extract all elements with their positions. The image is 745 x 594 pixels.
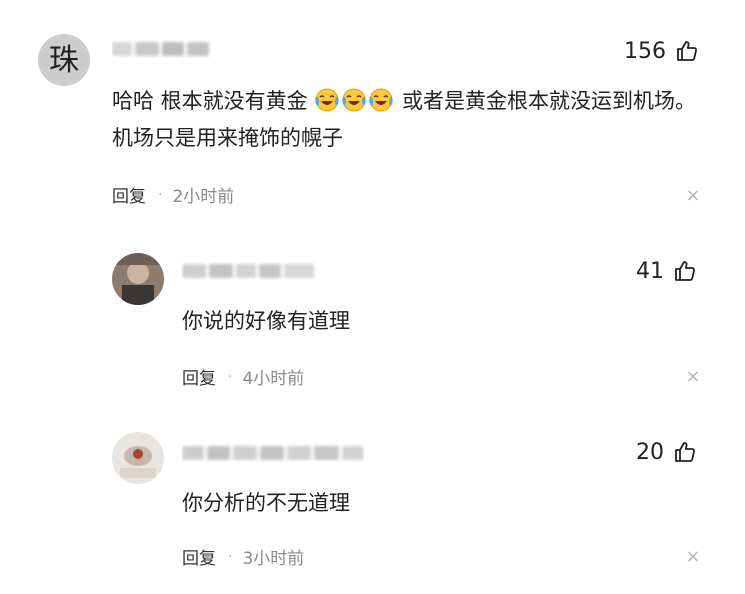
- like-count-area: 156: [624, 37, 700, 65]
- comment-text: 你分析的不无道理: [182, 491, 350, 515]
- comment-1: 珠 156 哈哈 根本就没有黄金 或者是黄金根本就没运到机场。机场只是用来掩饰的…: [0, 0, 745, 230]
- separator-dot: ·: [228, 368, 233, 385]
- comment-text: 你说的好像有道理: [182, 309, 350, 333]
- thumbs-up-icon[interactable]: [672, 258, 698, 284]
- separator-dot: ·: [228, 548, 233, 565]
- avatar[interactable]: [112, 253, 164, 305]
- reply-button[interactable]: 回复: [112, 182, 146, 207]
- username-redacted[interactable]: [182, 444, 364, 462]
- username-redacted[interactable]: [112, 40, 212, 58]
- close-icon[interactable]: ×: [683, 367, 703, 387]
- crying-laughing-emoji-icon: [314, 87, 340, 113]
- comment-meta: 回复 · 4小时前: [182, 364, 305, 390]
- like-count-area: 20: [636, 438, 698, 466]
- thumbs-up-icon[interactable]: [672, 439, 698, 465]
- crying-laughing-emoji-icon: [368, 87, 394, 113]
- thumbs-up-icon[interactable]: [674, 38, 700, 64]
- comment-3: 20 你分析的不无道理 回复 · 3小时前 ×: [0, 410, 745, 594]
- avatar-char: 珠: [49, 43, 79, 78]
- avatar[interactable]: [112, 432, 164, 484]
- like-count: 20: [636, 439, 664, 465]
- comment-text: 哈哈 根本就没有黄金 或者是黄金根本就没运到机场。机场只是用来掩饰的幌子: [112, 83, 712, 157]
- timestamp: 2小时前: [172, 187, 235, 207]
- comment-text-part-1: 哈哈 根本就没有黄金: [112, 89, 315, 113]
- timestamp: 4小时前: [242, 369, 305, 389]
- comment-meta: 回复 · 2小时前: [112, 182, 235, 208]
- like-count: 41: [636, 258, 664, 284]
- close-icon[interactable]: ×: [683, 186, 703, 206]
- reply-button[interactable]: 回复: [182, 364, 216, 389]
- like-count: 156: [624, 38, 666, 64]
- separator-dot: ·: [158, 186, 163, 203]
- avatar[interactable]: 珠: [38, 34, 90, 86]
- comment-2: 41 你说的好像有道理 回复 · 4小时前 ×: [0, 230, 745, 410]
- crying-laughing-emoji-icon: [341, 87, 367, 113]
- close-icon[interactable]: ×: [683, 547, 703, 567]
- like-count-area: 41: [636, 257, 698, 285]
- username-redacted[interactable]: [182, 262, 317, 280]
- comment-meta: 回复 · 3小时前: [182, 544, 305, 570]
- reply-button[interactable]: 回复: [182, 544, 216, 569]
- timestamp: 3小时前: [242, 549, 305, 569]
